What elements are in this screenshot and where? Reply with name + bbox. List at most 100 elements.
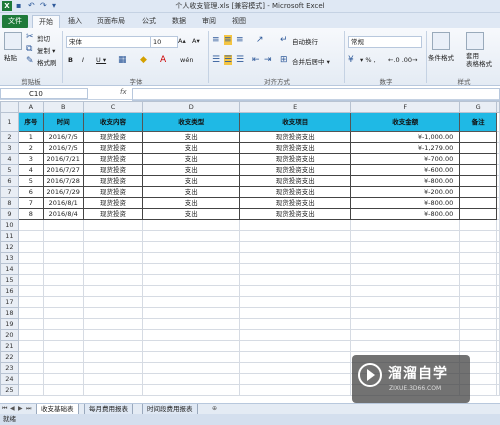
row-header[interactable]: 8 — [0, 197, 19, 209]
table-cell[interactable]: 支出 — [142, 208, 241, 220]
empty-cell[interactable] — [459, 296, 497, 308]
empty-cell[interactable] — [459, 230, 497, 242]
empty-cell[interactable] — [42, 384, 84, 396]
row-header[interactable]: 23 — [0, 362, 19, 374]
empty-cell[interactable] — [239, 252, 352, 264]
table-cell[interactable]: 2016/7/21 — [42, 153, 84, 165]
empty-cell[interactable] — [239, 318, 352, 330]
empty-cell[interactable] — [142, 384, 241, 396]
empty-cell[interactable] — [82, 373, 144, 385]
empty-cell[interactable] — [350, 296, 461, 308]
empty-cell[interactable] — [350, 241, 461, 253]
table-cell[interactable]: 现货投资 — [82, 175, 144, 187]
empty-cell[interactable] — [82, 252, 144, 264]
empty-cell[interactable] — [350, 329, 461, 341]
empty-cell[interactable] — [496, 164, 500, 176]
empty-cell[interactable] — [496, 384, 500, 396]
row-header[interactable]: 13 — [0, 252, 19, 264]
bold-button[interactable]: B — [68, 56, 73, 64]
empty-cell[interactable] — [142, 230, 241, 242]
row-header[interactable]: 15 — [0, 274, 19, 286]
empty-cell[interactable] — [17, 230, 44, 242]
percent-comma-buttons[interactable]: ▾ % , — [360, 56, 376, 64]
empty-cell[interactable] — [496, 219, 500, 231]
align-left-icon[interactable]: ☰ — [212, 55, 220, 65]
table-cell[interactable] — [459, 186, 497, 198]
row-header[interactable]: 12 — [0, 241, 19, 253]
column-header-D[interactable]: D — [142, 101, 241, 113]
empty-cell[interactable] — [496, 175, 500, 187]
insert-function-button[interactable]: fx — [120, 88, 127, 96]
table-cell[interactable]: 2016/8/4 — [42, 208, 84, 220]
empty-cell[interactable] — [496, 197, 500, 209]
fill-color-icon[interactable]: ◆ — [140, 55, 147, 65]
empty-cell[interactable] — [459, 285, 497, 297]
table-cell[interactable]: 2016/7/27 — [42, 164, 84, 176]
table-cell[interactable]: 现货投资支出 — [239, 153, 352, 165]
merge-center-icon[interactable]: ⊞ — [280, 55, 288, 65]
row-header[interactable]: 16 — [0, 285, 19, 297]
row-header[interactable]: 1 — [0, 112, 19, 132]
empty-cell[interactable] — [82, 296, 144, 308]
table-cell[interactable]: ¥-800.00 — [350, 208, 461, 220]
empty-cell[interactable] — [350, 252, 461, 264]
empty-cell[interactable] — [142, 329, 241, 341]
empty-cell[interactable] — [42, 230, 84, 242]
table-cell[interactable] — [459, 208, 497, 220]
table-cell[interactable]: 支出 — [142, 175, 241, 187]
tab-review[interactable]: 审阅 — [198, 15, 220, 28]
empty-cell[interactable] — [239, 329, 352, 341]
empty-cell[interactable] — [82, 340, 144, 352]
phonetic-button[interactable]: wén — [180, 56, 193, 64]
empty-cell[interactable] — [42, 329, 84, 341]
tab-data[interactable]: 数据 — [168, 15, 190, 28]
empty-cell[interactable] — [142, 285, 241, 297]
empty-cell[interactable] — [142, 274, 241, 286]
table-cell[interactable]: 支出 — [142, 131, 241, 143]
empty-cell[interactable] — [239, 230, 352, 242]
empty-cell[interactable] — [42, 351, 84, 363]
empty-cell[interactable] — [239, 362, 352, 374]
table-cell[interactable]: 现货投资 — [82, 208, 144, 220]
align-right-icon[interactable]: ☰ — [236, 55, 244, 65]
table-cell[interactable]: 现货投资 — [82, 131, 144, 143]
empty-cell[interactable] — [42, 263, 84, 275]
empty-cell[interactable] — [350, 340, 461, 352]
table-cell[interactable] — [459, 164, 497, 176]
column-header-extra[interactable] — [496, 101, 500, 113]
empty-cell[interactable] — [17, 318, 44, 330]
format-as-table-button[interactable]: 套用 表格格式 — [466, 52, 492, 68]
grow-font-button[interactable]: A▴ — [178, 37, 186, 45]
font-size-select[interactable]: 10 — [150, 36, 178, 48]
table-cell[interactable]: 现货投资支出 — [239, 142, 352, 154]
column-header-G[interactable]: G — [459, 101, 497, 113]
empty-cell[interactable] — [239, 351, 352, 363]
orientation-icon[interactable]: ↗ — [256, 35, 264, 45]
table-cell[interactable]: 现货投资支出 — [239, 186, 352, 198]
tab-page-layout[interactable]: 页面布局 — [94, 15, 128, 28]
empty-cell[interactable] — [42, 307, 84, 319]
header-cell[interactable]: 序号 — [17, 112, 44, 132]
table-cell[interactable]: ¥-800.00 — [350, 175, 461, 187]
empty-cell[interactable] — [239, 285, 352, 297]
empty-cell[interactable] — [82, 263, 144, 275]
empty-cell[interactable] — [142, 307, 241, 319]
cut-button[interactable]: 剪切 — [37, 33, 50, 43]
table-cell[interactable]: 支出 — [142, 186, 241, 198]
empty-cell[interactable] — [496, 230, 500, 242]
empty-cell[interactable] — [142, 219, 241, 231]
row-header[interactable]: 19 — [0, 318, 19, 330]
empty-cell[interactable] — [142, 351, 241, 363]
empty-cell[interactable] — [350, 307, 461, 319]
table-cell[interactable]: 现货投资支出 — [239, 131, 352, 143]
table-cell[interactable]: ¥-1,279.00 — [350, 142, 461, 154]
table-cell[interactable]: 6 — [17, 186, 44, 198]
format-painter-button[interactable]: 格式刷 — [37, 57, 57, 67]
table-cell[interactable]: 3 — [17, 153, 44, 165]
empty-cell[interactable] — [496, 131, 500, 143]
empty-cell[interactable] — [239, 307, 352, 319]
row-header[interactable]: 20 — [0, 329, 19, 341]
empty-cell[interactable] — [496, 329, 500, 341]
empty-cell[interactable] — [82, 230, 144, 242]
empty-cell[interactable] — [496, 274, 500, 286]
